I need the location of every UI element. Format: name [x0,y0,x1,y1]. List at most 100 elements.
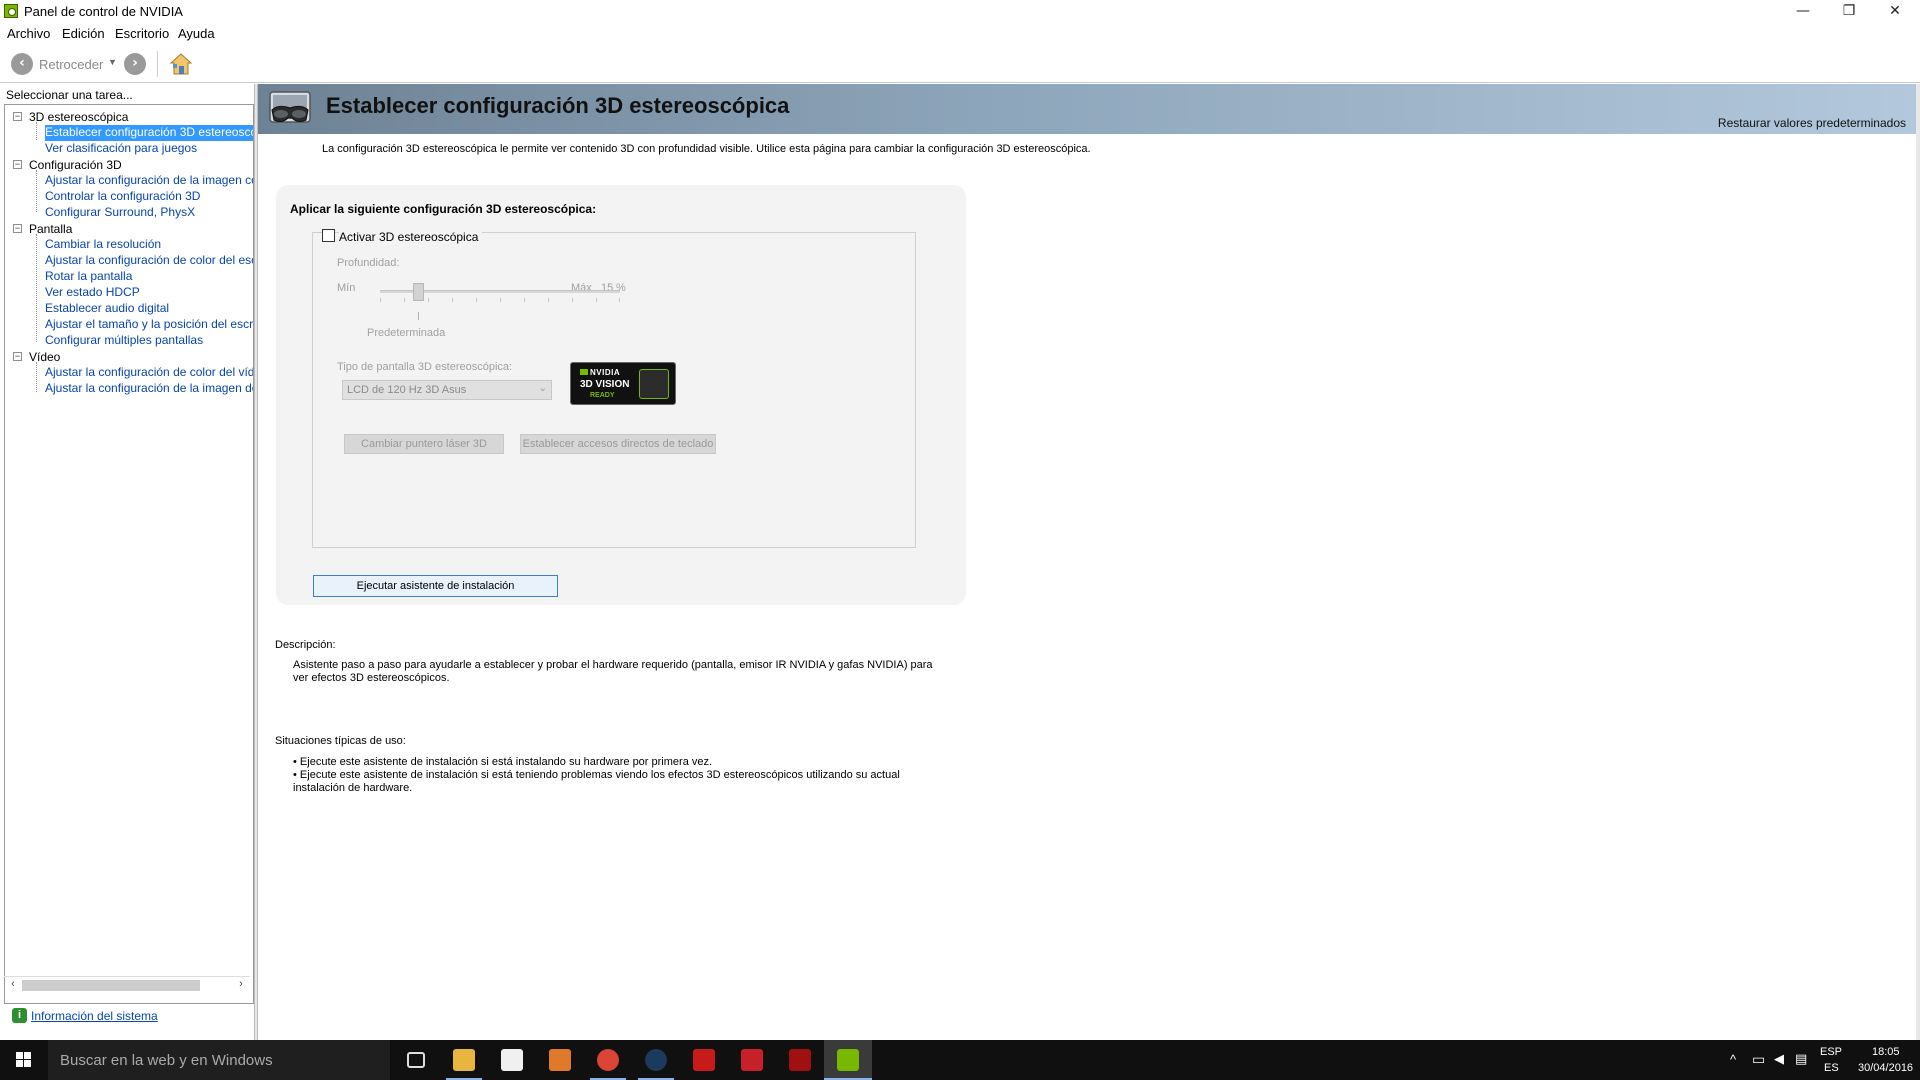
display-type-select[interactable]: LCD de 120 Hz 3D Asus ⌄ [342,380,552,400]
slider-tick [524,298,525,302]
title-bar: Panel de control de NVIDIA — ❐ ✕ [0,0,1920,24]
tree-item-game-ratings[interactable]: Ver clasificación para juegos [45,141,197,157]
menu-edicion[interactable]: Edición [62,26,105,41]
tree-item-video-color[interactable]: Ajustar la configuración de color del ví… [45,365,253,381]
menu-ayuda[interactable]: Ayuda [178,26,215,41]
slider-tick [596,298,597,302]
task-view-icon[interactable] [392,1040,440,1080]
tree-connector [36,170,37,212]
collapse-icon[interactable]: − [13,160,22,169]
slider-tick [452,298,453,302]
msi-afterburner-icon[interactable] [776,1040,824,1080]
home-icon[interactable] [168,51,194,77]
page-banner: Establecer configuración 3D estereoscópi… [258,84,1920,134]
slider-tick [404,298,405,302]
change-laser-pointer-button[interactable]: Cambiar puntero láser 3D [344,434,504,454]
network-icon[interactable]: ▭ [1752,1051,1765,1068]
tree-item-video-image[interactable]: Ajustar la configuración de la imagen de… [45,381,253,397]
tree-item-desktop-size[interactable]: Ajustar el tamaño y la posición del escr… [45,317,253,333]
media-player-icon[interactable] [536,1040,584,1080]
page-title: Establecer configuración 3D estereoscópi… [326,93,790,118]
back-button-label[interactable]: Retroceder [39,57,103,72]
slider-tick [500,298,501,302]
default-depth-marker [418,312,419,320]
slider-tick [572,298,573,302]
windows-store-icon[interactable] [488,1040,536,1080]
collapse-icon[interactable]: − [13,352,22,361]
menu-bar: Archivo Edición Escritorio Ayuda [0,24,1920,45]
info-icon: i [12,1008,27,1023]
chevron-down-icon: ⌄ [538,383,547,394]
task-tree[interactable]: − 3D estereoscópica Establecer configura… [4,104,254,1004]
collapse-icon[interactable]: − [13,112,22,121]
content-vertical-scrollbar[interactable] [1916,84,1920,1040]
tree-connector [36,234,37,342]
depth-slider-thumb[interactable] [413,283,424,301]
toolbar-separator [157,51,158,77]
scroll-left-icon[interactable]: ‹ [6,978,20,990]
menu-archivo[interactable]: Archivo [7,26,50,41]
tree-item-desktop-color[interactable]: Ajustar la configuración de color del es… [45,253,253,269]
slider-tick [476,298,477,302]
system-tray: ^ ▭ ◀ ▤ ESP ES 18:05 30/04/2016 [1720,1040,1920,1080]
content-panel: Establecer configuración 3D estereoscópi… [258,84,1920,1040]
clock-date[interactable]: 30/04/2016 [1858,1062,1913,1074]
task-panel: Seleccionar una tarea... − 3D estereoscó… [0,84,257,1040]
slider-tick [380,298,381,302]
nvidia-control-panel-taskbar-icon[interactable] [824,1040,872,1080]
keyboard-layout[interactable]: ES [1824,1062,1839,1074]
3d-glasses-icon [639,369,669,399]
tree-connector [36,362,37,392]
maximize-button[interactable]: ❐ [1826,0,1872,24]
chrome-icon[interactable] [584,1040,632,1080]
tree-item-surround-physx[interactable]: Configurar Surround, PhysX [45,205,195,221]
slider-tick [548,298,549,302]
nvidia-3d-vision-ready-logo: NVIDIA 3D VISION READY [570,362,676,405]
stereo-3d-glasses-icon [269,91,311,123]
tree-item-image-settings[interactable]: Ajustar la configuración de la imagen co… [45,173,253,189]
tree-item-rotate[interactable]: Rotar la pantalla [45,269,132,285]
collapse-icon[interactable]: − [13,224,22,233]
chevron-up-icon[interactable]: ^ [1730,1052,1736,1067]
close-button[interactable]: ✕ [1872,0,1918,24]
menu-escritorio[interactable]: Escritorio [115,26,169,41]
scroll-right-icon[interactable]: › [234,978,248,990]
slider-tick [619,298,620,302]
forward-arrow-icon[interactable]: › [124,53,146,75]
windows-taskbar: Buscar en la web y en Windows ^ ▭ ◀ ▤ ES… [0,1040,1920,1080]
run-setup-wizard-button[interactable]: Ejecutar asistente de instalación [313,575,558,597]
page-intro: La configuración 3D estereoscópica le pe… [322,143,1091,155]
language-indicator[interactable]: ESP [1820,1046,1842,1058]
back-arrow-icon[interactable]: ‹ [11,53,33,75]
depth-label: Profundidad: [337,257,400,269]
depth-default-label: Predeterminada [367,327,446,339]
minimize-button[interactable]: — [1780,0,1826,24]
scrollbar-thumb[interactable] [22,980,200,991]
taskbar-search-box[interactable]: Buscar en la web y en Windows [48,1040,390,1080]
file-explorer-icon[interactable] [440,1040,488,1080]
tree-item-set-stereo-config[interactable]: Establecer configuración 3D estereoscópi… [45,125,253,141]
back-history-dropdown-icon[interactable]: ▼ [108,57,117,67]
description-text: Asistente paso a paso para ayudarle a es… [293,659,933,684]
nvidia-app-icon [4,4,18,18]
steam-icon[interactable] [632,1040,680,1080]
tree-item-multiple-displays[interactable]: Configurar múltiples pantallas [45,333,203,349]
clock-time[interactable]: 18:05 [1872,1046,1900,1058]
tree-item-resolution[interactable]: Cambiar la resolución [45,237,161,253]
enable-stereo-label[interactable]: Activar 3D estereoscópica [339,230,483,244]
restore-defaults-link[interactable]: Restaurar valores predeterminados [1718,116,1906,130]
enable-stereo-checkbox[interactable] [322,229,335,242]
windows-start-icon[interactable] [0,1040,48,1080]
tree-item-digital-audio[interactable]: Establecer audio digital [45,301,169,317]
depth-min-label: Mín [337,282,356,294]
tree-item-hdcp[interactable]: Ver estado HDCP [45,285,140,301]
window-title: Panel de control de NVIDIA [24,4,183,19]
tree-item-manage-3d[interactable]: Controlar la configuración 3D [45,189,200,205]
acrobat-icon[interactable] [680,1040,728,1080]
notifications-icon[interactable]: ▤ [1795,1051,1807,1067]
tree-horizontal-scrollbar[interactable]: ‹ › [4,976,250,993]
usage-situations-heading: Situaciones típicas de uso: [275,735,406,747]
speaker-icon[interactable]: ◀ [1774,1051,1784,1067]
keyboard-shortcuts-button[interactable]: Establecer accesos directos de teclado [520,434,716,454]
autocad-icon[interactable] [728,1040,776,1080]
